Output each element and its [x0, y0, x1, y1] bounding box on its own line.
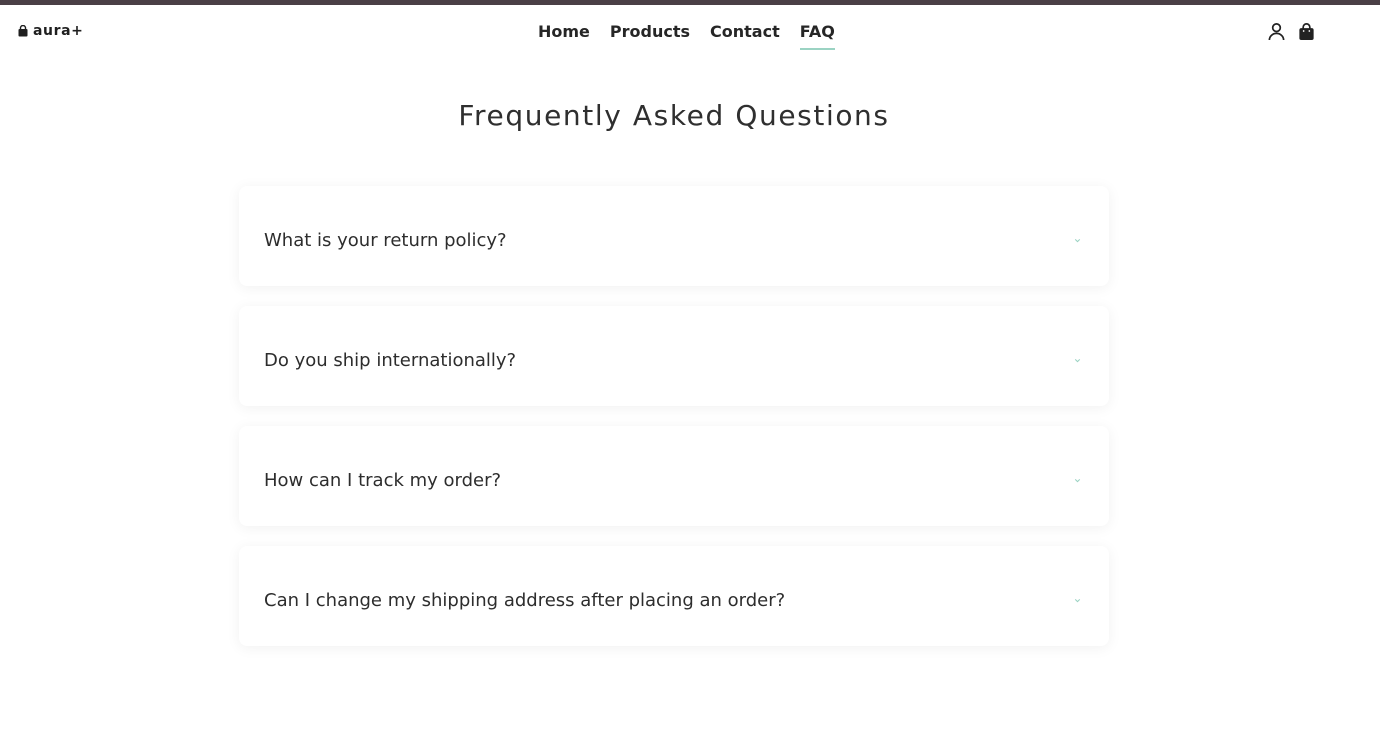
page-title: Frequently Asked Questions: [458, 99, 890, 132]
faq-list: What is your return policy? Do you ship …: [239, 186, 1109, 666]
shopping-bag-icon: [18, 25, 28, 37]
user-icon[interactable]: [1267, 22, 1286, 41]
main-nav: Home Products Contact FAQ: [538, 22, 835, 50]
faq-item-change-address[interactable]: Can I change my shipping address after p…: [239, 546, 1109, 646]
chevron-down-icon: [1074, 479, 1081, 483]
chevron-down-icon: [1074, 239, 1081, 243]
brand-name: aura+: [33, 23, 84, 39]
brand-logo[interactable]: aura+: [17, 23, 84, 39]
faq-item-return-policy[interactable]: What is your return policy?: [239, 186, 1109, 286]
site-header: aura+ Home Products Contact FAQ: [0, 5, 1380, 60]
faq-question: What is your return policy?: [264, 230, 507, 251]
header-actions: [1267, 22, 1316, 41]
faq-item-international-shipping[interactable]: Do you ship internationally?: [239, 306, 1109, 406]
nav-item-contact[interactable]: Contact: [710, 22, 780, 50]
nav-item-home[interactable]: Home: [538, 22, 590, 50]
faq-question: Can I change my shipping address after p…: [264, 590, 786, 611]
chevron-down-icon: [1074, 599, 1081, 603]
nav-item-products[interactable]: Products: [610, 22, 690, 50]
nav-item-faq[interactable]: FAQ: [799, 22, 835, 50]
faq-item-track-order[interactable]: How can I track my order?: [239, 426, 1109, 526]
faq-question: How can I track my order?: [264, 470, 502, 491]
chevron-down-icon: [1074, 359, 1081, 363]
faq-question: Do you ship internationally?: [264, 350, 517, 371]
shopping-bag-icon[interactable]: [1297, 22, 1316, 41]
